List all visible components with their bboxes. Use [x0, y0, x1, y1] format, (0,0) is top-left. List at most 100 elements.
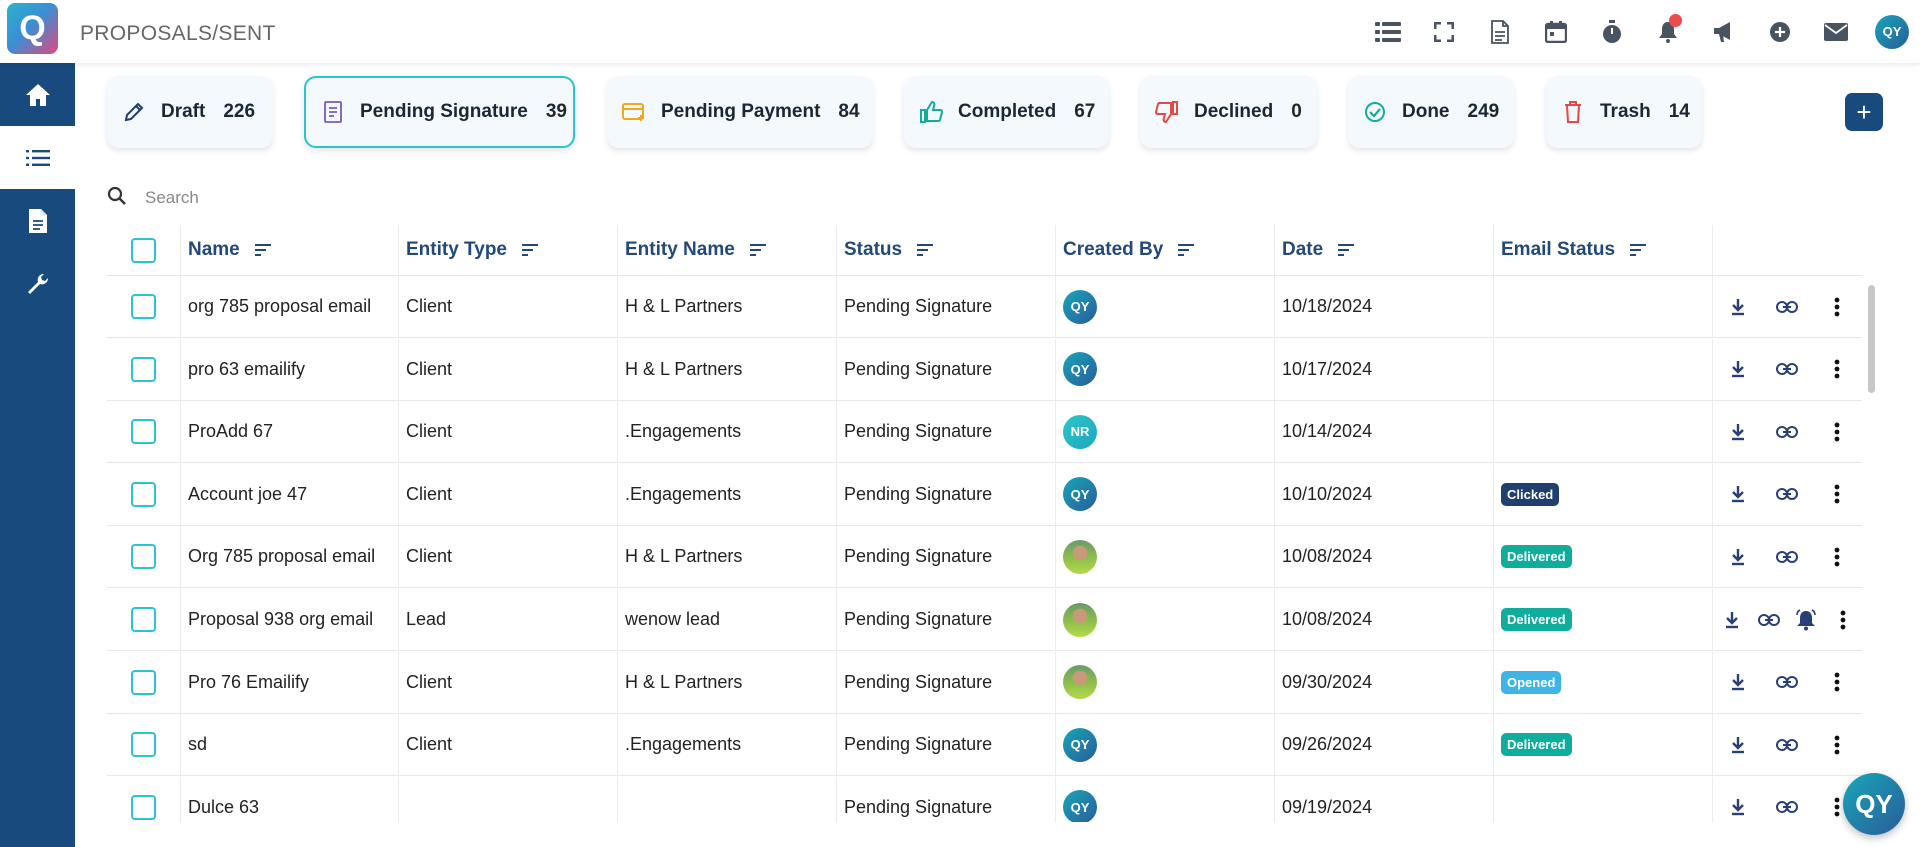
sort-icon[interactable] [1177, 243, 1195, 257]
more-options-icon[interactable] [1829, 610, 1857, 630]
sort-icon[interactable] [749, 243, 767, 257]
cell-name[interactable]: Org 785 proposal email [181, 526, 399, 588]
link-icon[interactable] [1755, 613, 1783, 626]
row-checkbox-cell [107, 526, 181, 588]
link-icon[interactable] [1773, 801, 1801, 814]
header-name[interactable]: Name [181, 225, 399, 275]
cell-name[interactable]: sd [181, 714, 399, 776]
cell-name[interactable]: Proposal 938 org email [181, 589, 399, 650]
table-row[interactable]: Org 785 proposal email Client H & L Partne… [107, 526, 1862, 589]
link-icon[interactable] [1773, 676, 1801, 689]
more-options-icon[interactable] [1823, 547, 1851, 567]
row-checkbox[interactable] [131, 419, 156, 445]
table-scrollbar[interactable] [1868, 285, 1875, 393]
table-row[interactable]: sd Client .Engagements Pending Signature QY 0… [107, 714, 1862, 777]
more-options-icon[interactable] [1823, 484, 1851, 504]
megaphone-icon[interactable] [1696, 0, 1752, 63]
avatar: QY [1063, 352, 1097, 387]
cell-name[interactable]: Account joe 47 [181, 463, 399, 525]
link-icon[interactable] [1773, 425, 1801, 438]
row-checkbox[interactable] [131, 544, 156, 570]
user-avatar[interactable]: QY [1864, 0, 1920, 63]
search-input[interactable] [145, 188, 745, 208]
download-icon[interactable] [1718, 611, 1746, 629]
row-checkbox[interactable] [131, 794, 156, 820]
download-icon[interactable] [1724, 423, 1752, 441]
more-options-icon[interactable] [1823, 422, 1851, 442]
cell-email-status: Opened [1494, 651, 1713, 713]
table-row[interactable]: Account joe 47 Client .Engagements Pending … [107, 463, 1862, 526]
row-checkbox[interactable] [131, 669, 156, 695]
cell-name[interactable]: org 785 proposal email [181, 276, 399, 337]
row-checkbox[interactable] [131, 294, 156, 319]
table-row[interactable]: pro 63 emailify Client H & L Partners Pendi… [107, 338, 1862, 401]
more-options-icon[interactable] [1823, 735, 1851, 755]
download-icon[interactable] [1724, 548, 1752, 566]
document-icon[interactable] [1472, 0, 1528, 63]
mail-icon[interactable] [1808, 0, 1864, 63]
table-row[interactable]: org 785 proposal email Client H & L Partne… [107, 276, 1862, 338]
link-icon[interactable] [1773, 363, 1801, 376]
sidebar-item-document[interactable] [0, 189, 75, 252]
tab-draft[interactable]: Draft 226 [107, 76, 273, 148]
link-icon[interactable] [1773, 300, 1801, 313]
sort-icon[interactable] [1337, 243, 1355, 257]
cell-name[interactable]: pro 63 emailify [181, 338, 399, 400]
download-icon[interactable] [1724, 298, 1752, 316]
fullscreen-icon[interactable] [1416, 0, 1472, 63]
header-email-status[interactable]: Email Status [1494, 225, 1713, 275]
email-status-badge: Clicked [1501, 482, 1560, 506]
table-row[interactable]: Pro 76 Emailify Client H & L Partners Pendi… [107, 651, 1862, 714]
tab-trash[interactable]: Trash 14 [1546, 76, 1702, 148]
row-checkbox[interactable] [131, 481, 156, 507]
bell-icon[interactable] [1640, 0, 1696, 63]
floating-user-button[interactable]: QY [1843, 773, 1905, 835]
download-icon[interactable] [1724, 360, 1752, 378]
more-options-icon[interactable] [1823, 297, 1851, 317]
header-created-by[interactable]: Created By [1056, 225, 1275, 275]
add-proposal-button[interactable]: + [1845, 93, 1883, 131]
header-date[interactable]: Date [1275, 225, 1494, 275]
tab-pending-payment[interactable]: Pending Payment 84 [607, 76, 873, 148]
download-icon[interactable] [1724, 673, 1752, 691]
sidebar-item-tools[interactable] [0, 252, 75, 315]
sidebar-item-home[interactable] [0, 63, 75, 126]
download-icon[interactable] [1724, 736, 1752, 754]
header-status[interactable]: Status [837, 225, 1056, 275]
row-checkbox[interactable] [131, 732, 156, 758]
header-entity-type[interactable]: Entity Type [399, 225, 618, 275]
add-circle-icon[interactable] [1752, 0, 1808, 63]
tab-done[interactable]: Done 249 [1348, 76, 1514, 148]
cell-name[interactable]: Pro 76 Emailify [181, 651, 399, 713]
table-row[interactable]: ProAdd 67 Client .Engagements Pending Signa… [107, 401, 1862, 464]
link-icon[interactable] [1773, 738, 1801, 751]
tab-completed[interactable]: Completed 67 [904, 76, 1109, 148]
header-entity-name[interactable]: Entity Name [618, 225, 837, 275]
row-checkbox[interactable] [131, 356, 156, 382]
cell-name[interactable]: Dulce 63 [181, 776, 399, 822]
cell-date: 10/18/2024 [1275, 276, 1494, 337]
table-row[interactable]: Dulce 63 Pending Signature QY 09/19/2024 [107, 776, 1862, 822]
list-view-icon[interactable] [1360, 0, 1416, 63]
tab-pending-signature[interactable]: Pending Signature 39 [304, 76, 575, 148]
sidebar-item-list[interactable] [0, 126, 75, 189]
more-options-icon[interactable] [1823, 672, 1851, 692]
reminder-bell-icon[interactable] [1792, 608, 1820, 631]
sort-icon[interactable] [1629, 243, 1647, 257]
link-icon[interactable] [1773, 488, 1801, 501]
table-row[interactable]: Proposal 938 org email Lead wenow lead Pend… [107, 589, 1862, 651]
cell-name[interactable]: ProAdd 67 [181, 401, 399, 463]
sort-icon[interactable] [916, 243, 934, 257]
download-icon[interactable] [1724, 485, 1752, 503]
timer-icon[interactable] [1584, 0, 1640, 63]
more-options-icon[interactable] [1823, 359, 1851, 379]
link-icon[interactable] [1773, 550, 1801, 563]
sort-icon[interactable] [254, 243, 272, 257]
select-all-checkbox[interactable] [131, 237, 156, 263]
tab-declined[interactable]: Declined 0 [1140, 76, 1317, 148]
row-checkbox[interactable] [131, 607, 156, 632]
app-logo[interactable]: Q [7, 3, 58, 54]
download-icon[interactable] [1724, 798, 1752, 816]
sort-icon[interactable] [521, 243, 539, 257]
calendar-icon[interactable] [1528, 0, 1584, 63]
